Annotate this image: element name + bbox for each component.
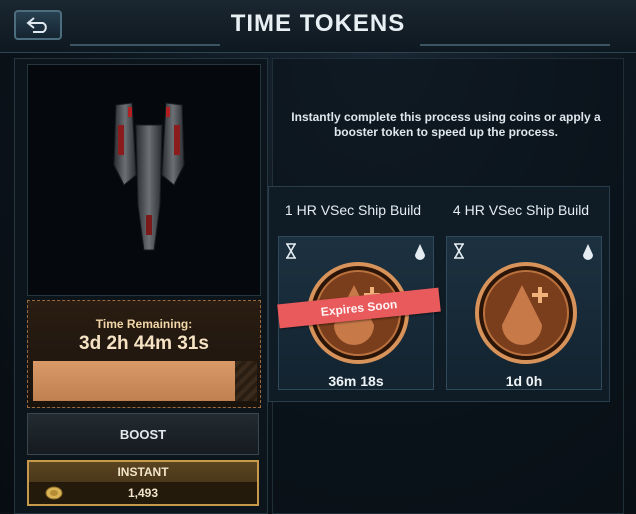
hourglass-icon <box>454 243 464 259</box>
hourglass-icon <box>286 243 296 259</box>
progress-fill <box>33 361 235 401</box>
token-body: 1d 0h <box>446 236 602 390</box>
boost-label: BOOST <box>119 426 167 442</box>
header-divider-left <box>70 44 220 46</box>
time-remaining-label: Time Remaining: <box>95 317 193 331</box>
instant-cost-bar: 1,493 <box>29 482 257 504</box>
water-drop-icon <box>583 244 593 260</box>
instant-button[interactable]: INSTANT 1,493 <box>27 460 259 506</box>
booster-token-icon <box>475 262 577 364</box>
boost-button[interactable]: BOOST <box>27 413 259 455</box>
instant-label: INSTANT <box>117 465 169 479</box>
header-divider-right <box>420 44 610 46</box>
page-title: TIME TOKENS <box>230 10 406 37</box>
token-card-4hr[interactable]: 4 HR VSec Ship Build 1d 0h <box>440 196 602 396</box>
instant-cost: 1,493 <box>127 486 159 500</box>
token-title: 1 HR VSec Ship Build <box>284 202 422 218</box>
time-remaining-panel: Time Remaining: 3d 2h 44m 31s <box>27 300 261 408</box>
ship-preview <box>27 64 261 296</box>
info-text: Instantly complete this process using co… <box>291 110 601 139</box>
spaceship-icon <box>113 102 185 251</box>
header-bar: TIME TOKENS <box>0 0 636 53</box>
token-time: 1d 0h <box>505 373 543 389</box>
token-time: 36m 18s <box>328 373 384 389</box>
progress-bar <box>33 361 257 401</box>
token-title: 4 HR VSec Ship Build <box>452 202 590 218</box>
time-remaining-value: 3d 2h 44m 31s <box>79 333 209 354</box>
water-drop-icon <box>415 244 425 260</box>
